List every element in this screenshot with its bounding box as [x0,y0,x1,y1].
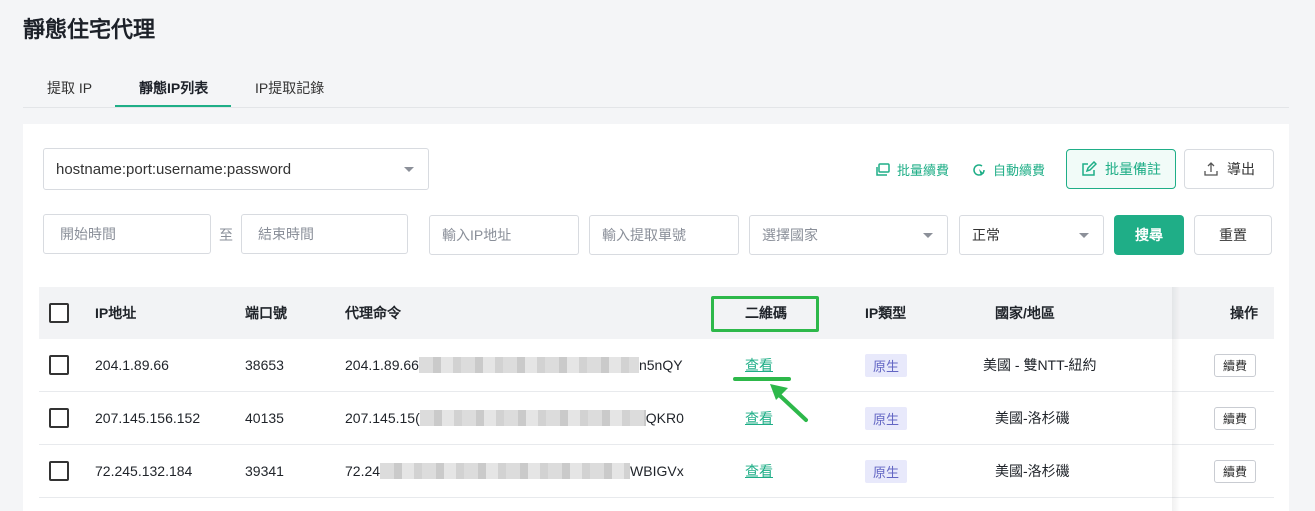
row-ip: 204.1.89.66 [95,357,169,373]
renew-button[interactable]: 續費 [1214,459,1257,483]
batch-note-button[interactable]: 批量備註 [1066,149,1176,189]
country-select[interactable]: 選擇國家 [749,215,948,255]
date-range-separator: 至 [219,227,233,243]
auto-renew-link[interactable]: 自動續費 [971,160,1045,179]
start-time-placeholder: 開始時間 [60,226,116,242]
row-ip: 207.145.156.152 [95,410,201,426]
proxy-format-select[interactable]: hostname:port:username:password [43,148,429,190]
ip-address-placeholder: 輸入IP地址 [442,227,512,243]
renew-button[interactable]: 續費 [1214,406,1257,430]
redacted-credentials [419,410,646,426]
status-select[interactable]: 正常 [959,215,1104,255]
header-qrcode: 二維碼 [745,305,787,321]
upload-icon [1204,162,1218,176]
row-region: 美國-洛杉磯 [995,410,1070,426]
header-region: 國家/地區 [995,305,1055,321]
reset-button[interactable]: 重置 [1194,215,1272,255]
view-qrcode-link[interactable]: 查看 [745,355,773,375]
batch-renew-label: 批量續費 [897,163,950,178]
command-prefix: 204.1.89.66 [345,357,419,373]
row-region: 美國 - 雙NTT-紐約 [983,357,1097,373]
edit-icon [1082,161,1097,176]
table-row: 72.245.132.184 39341 72.24 WBIGVx 查看 原生 … [39,445,1274,498]
active-tab-indicator [115,105,231,107]
page-title: 靜態住宅代理 [23,17,156,42]
table-header: IP地址 端口號 代理命令 二維碼 IP類型 國家/地區 操作 [39,287,1274,339]
start-time-input[interactable]: 開始時間 [43,214,211,254]
end-time-placeholder: 結束時間 [258,226,314,242]
table-row: 204.1.89.66 38653 204.1.89.66 n5nQY 查看 原… [39,339,1274,392]
tab-static-ip-list[interactable]: 靜態IP列表 [139,78,208,98]
caret-down-icon [923,233,933,238]
renew-button[interactable]: 續費 [1214,353,1257,377]
order-number-placeholder: 輸入提取單號 [602,227,686,243]
redacted-credentials [418,357,639,373]
order-number-input[interactable]: 輸入提取單號 [589,215,739,255]
command-suffix: WBIGVx [630,463,684,479]
header-action: 操作 [1230,305,1258,321]
status-select-value: 正常 [972,227,1000,243]
tab-extract-ip[interactable]: 提取 IP [47,78,92,98]
end-time-input[interactable]: 結束時間 [241,214,408,254]
table-row: 207.145.156.152 40135 207.145.15( QKR0 查… [39,392,1274,445]
row-checkbox[interactable] [49,461,69,481]
search-button[interactable]: 搜尋 [1114,215,1184,255]
header-ip-type: IP類型 [865,305,907,321]
batch-renew-link[interactable]: 批量續費 [875,160,949,179]
auto-renew-icon [973,163,985,176]
view-qrcode-link[interactable]: 查看 [745,461,773,481]
row-port: 39341 [245,463,284,479]
row-command[interactable]: 204.1.89.66 n5nQY [345,339,683,391]
pointer-arrow-icon [770,384,808,422]
redacted-credentials [380,463,631,479]
caret-down-icon [1079,233,1089,238]
row-port: 40135 [245,410,284,426]
select-all-checkbox[interactable] [49,303,69,323]
row-command[interactable]: 72.24 WBIGVx [345,445,684,497]
command-prefix: 207.145.15( [345,410,420,426]
row-command[interactable]: 207.145.15( QKR0 [345,392,684,444]
row-checkbox[interactable] [49,355,69,375]
country-select-placeholder: 選擇國家 [762,227,818,243]
row-ip: 72.245.132.184 [95,463,193,479]
ip-type-badge: 原生 [865,459,908,483]
ip-type-badge: 原生 [865,353,908,377]
command-suffix: QKR0 [645,410,684,426]
row-port: 38653 [245,357,284,373]
export-button[interactable]: 導出 [1184,149,1274,189]
export-label: 導出 [1227,161,1255,177]
batch-renew-icon [876,162,890,176]
header-ip: IP地址 [95,305,137,321]
row-region: 美國-洛杉磯 [995,463,1070,479]
auto-renew-label: 自動續費 [993,163,1046,178]
tab-ip-extract-records[interactable]: IP提取記錄 [255,78,324,98]
tab-bar: 提取 IP 靜態IP列表 IP提取記錄 [23,70,1289,108]
caret-down-icon [404,167,414,172]
ip-address-input[interactable]: 輸入IP地址 [429,215,579,255]
batch-note-label: 批量備註 [1105,161,1161,177]
ip-type-badge: 原生 [865,406,908,430]
sticky-column-shadow [1172,287,1180,511]
proxy-format-value: hostname:port:username:password [56,160,292,178]
main-card: hostname:port:username:password 批量續費 自動續… [23,124,1289,511]
header-port: 端口號 [245,305,287,321]
header-command: 代理命令 [345,305,401,321]
row-checkbox[interactable] [49,408,69,428]
command-suffix: n5nQY [638,357,683,373]
command-prefix: 72.24 [345,463,381,479]
